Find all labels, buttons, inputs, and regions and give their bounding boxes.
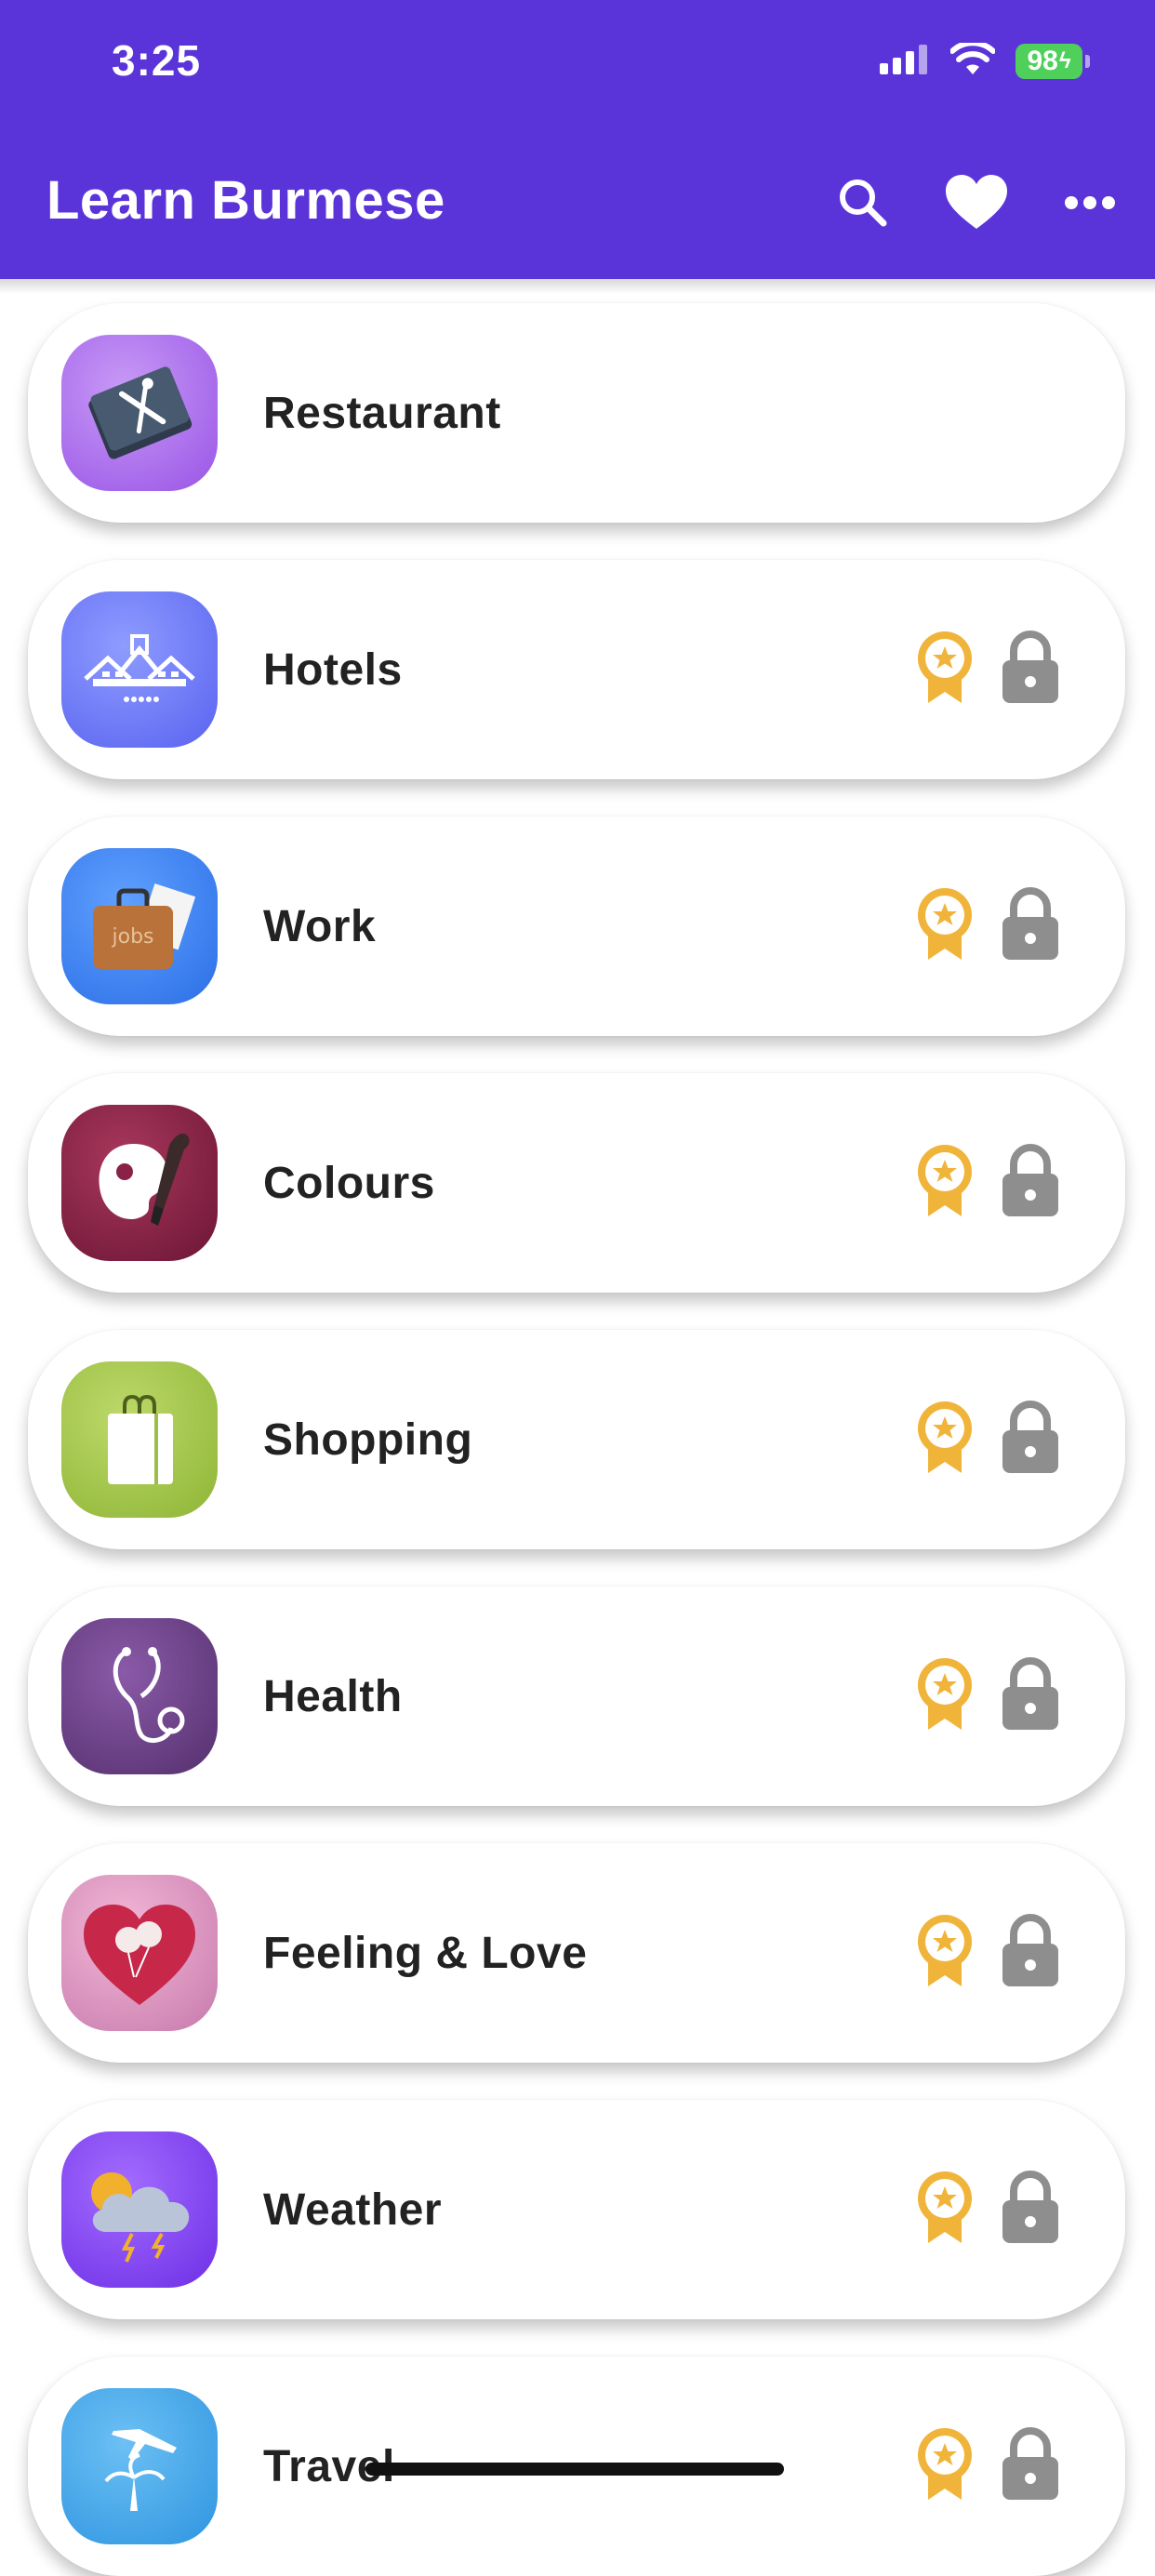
hotel-icon	[61, 591, 218, 748]
category-item-shopping[interactable]: Shopping	[28, 1330, 1125, 1549]
signal-icon	[880, 44, 930, 79]
category-label: Work	[263, 901, 377, 951]
category-item-work[interactable]: jobs Work	[28, 817, 1125, 1036]
category-label: Health	[263, 1671, 403, 1721]
charging-bolt-icon: ϟ	[1058, 48, 1071, 73]
category-label: Restaurant	[263, 388, 501, 438]
category-item-health[interactable]: Health	[28, 1587, 1125, 1806]
award-badge-icon	[915, 1914, 975, 1993]
award-badge-icon	[915, 1401, 975, 1480]
lock-icon	[1001, 1400, 1060, 1480]
lock-icon	[1001, 1913, 1060, 1993]
award-badge-icon	[915, 1657, 975, 1736]
favorites-button[interactable]	[939, 167, 1014, 242]
stethoscope-icon	[61, 1618, 218, 1774]
category-badges	[915, 2357, 1060, 2576]
category-label: Colours	[263, 1158, 435, 1208]
heart-icon	[946, 174, 1007, 235]
category-item-restaurant[interactable]: Restaurant	[28, 303, 1125, 523]
battery-indicator: 98 ϟ	[1016, 44, 1090, 79]
category-label: Weather	[263, 2184, 443, 2235]
status-time: 3:25	[112, 36, 202, 85]
search-button[interactable]	[826, 167, 900, 242]
category-badges	[915, 1587, 1060, 1806]
home-indicator[interactable]	[365, 2463, 784, 2476]
travel-plane-icon	[61, 2388, 218, 2544]
award-badge-icon	[915, 2171, 975, 2250]
award-badge-icon	[915, 1144, 975, 1223]
category-item-colours[interactable]: Colours	[28, 1073, 1125, 1293]
search-icon	[835, 175, 891, 235]
category-badges	[915, 1073, 1060, 1293]
category-label: Hotels	[263, 644, 403, 695]
category-badges	[915, 1330, 1060, 1549]
restaurant-menu-icon	[61, 335, 218, 491]
category-item-hotels[interactable]: Hotels	[28, 560, 1125, 779]
app-bar: Learn Burmese	[0, 130, 1155, 279]
wifi-icon	[949, 39, 996, 81]
more-icon	[1064, 195, 1116, 215]
lock-icon	[1001, 886, 1060, 966]
category-badges	[915, 2100, 1060, 2319]
more-button[interactable]	[1053, 167, 1127, 242]
svg-text:jobs: jobs	[112, 925, 154, 949]
shopping-bag-icon	[61, 1361, 218, 1518]
category-badges	[915, 560, 1060, 779]
award-badge-icon	[915, 631, 975, 710]
category-item-feeling-love[interactable]: Feeling & Love	[28, 1843, 1125, 2063]
paint-palette-icon	[61, 1105, 218, 1261]
category-badges	[915, 817, 1060, 1036]
lock-icon	[1001, 630, 1060, 710]
lock-icon	[1001, 1656, 1060, 1736]
category-item-weather[interactable]: Weather	[28, 2100, 1125, 2319]
app-bar-actions	[826, 130, 1155, 279]
category-label: Feeling & Love	[263, 1928, 588, 1978]
category-badges	[915, 1843, 1060, 2063]
heart-balloons-icon	[61, 1875, 218, 2031]
category-label: Shopping	[263, 1414, 473, 1465]
award-badge-icon	[915, 887, 975, 966]
lock-icon	[1001, 1143, 1060, 1223]
award-badge-icon	[915, 2427, 975, 2506]
status-bar: 3:25 98 ϟ	[0, 0, 1155, 130]
lock-icon	[1001, 2426, 1060, 2506]
weather-cloud-icon	[61, 2131, 218, 2288]
page-title: Learn Burmese	[46, 170, 445, 231]
battery-level: 98	[1027, 46, 1058, 76]
status-icons: 98 ϟ	[880, 39, 1090, 81]
app-bar-shadow	[0, 279, 1155, 294]
briefcase-icon: jobs	[61, 848, 218, 1004]
lock-icon	[1001, 2170, 1060, 2250]
